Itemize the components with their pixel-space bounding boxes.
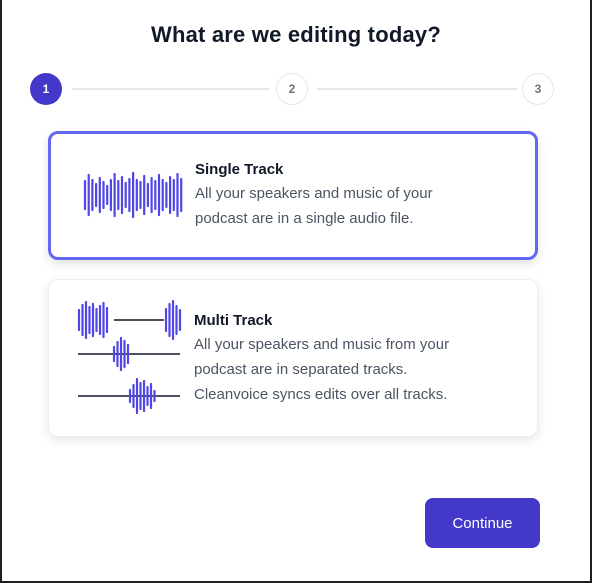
option-description: All your speakers and music of your podc… xyxy=(195,185,433,227)
option-description: All your speakers and music from your po… xyxy=(194,336,450,403)
option-title: Multi Track xyxy=(194,312,273,329)
step-1: 1 xyxy=(30,73,62,105)
multi-track-option[interactable]: Multi Track All your speakers and music … xyxy=(48,279,538,437)
stepper: 1 2 3 xyxy=(30,72,558,106)
option-title: Single Track xyxy=(195,161,284,178)
step-connector xyxy=(317,88,517,90)
step-connector xyxy=(72,88,269,90)
single-track-option[interactable]: Single Track All your speakers and music… xyxy=(48,131,538,260)
continue-button[interactable]: Continue xyxy=(425,498,540,548)
step-3: 3 xyxy=(522,73,554,105)
single-waveform-icon xyxy=(83,172,183,218)
onboarding-dialog: What are we editing today? 1 2 3 Single … xyxy=(0,0,592,583)
multi-waveform-icon xyxy=(77,299,182,414)
step-2: 2 xyxy=(276,73,308,105)
page-title: What are we editing today? xyxy=(150,22,441,47)
